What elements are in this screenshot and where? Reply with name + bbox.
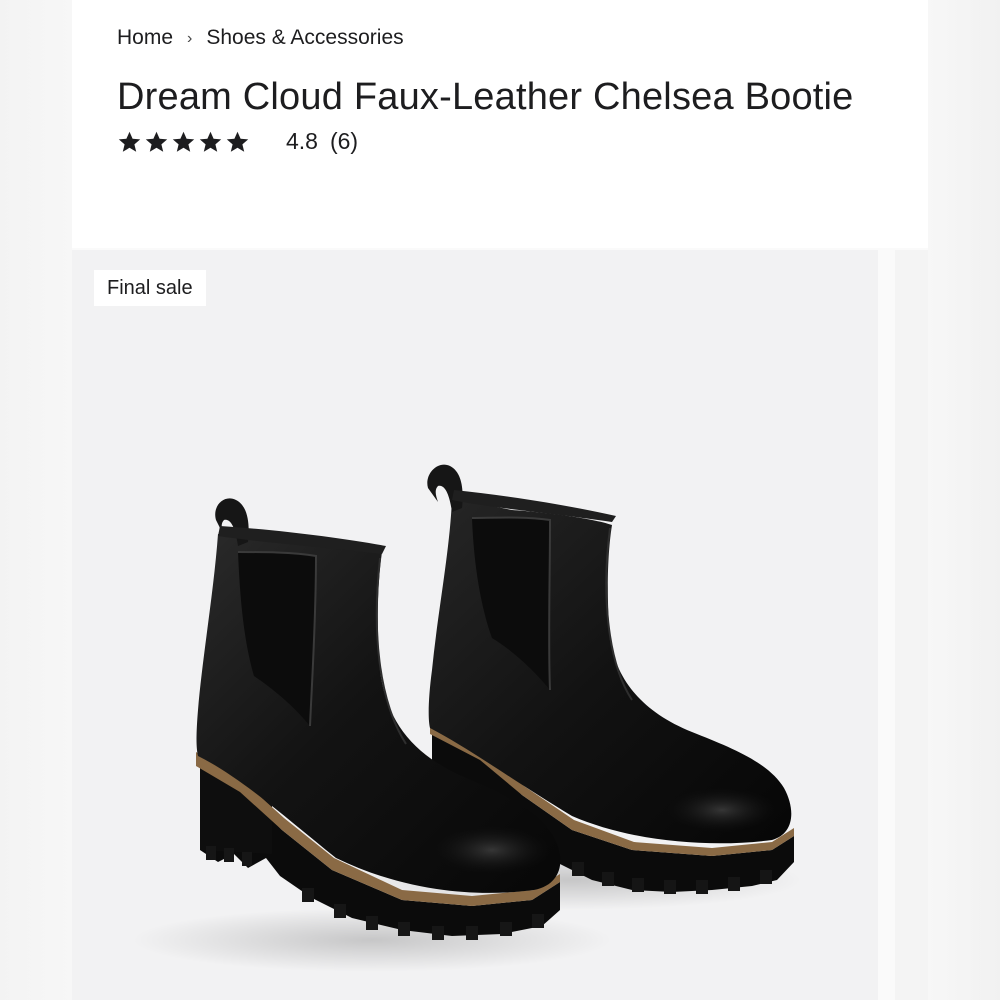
- final-sale-badge: Final sale: [94, 270, 206, 306]
- rating-summary[interactable]: 4.8 (6): [117, 128, 358, 155]
- rating-value: 4.8: [286, 128, 318, 154]
- product-header: Home › Shoes & Accessories Dream Cloud F…: [72, 0, 928, 248]
- star-icon: [226, 131, 249, 152]
- star-rating: [117, 130, 250, 154]
- review-count: (6): [329, 128, 359, 154]
- breadcrumb-shoes-accessories-link[interactable]: Shoes & Accessories: [206, 26, 403, 50]
- star-icon: [118, 131, 141, 152]
- star-icon: [199, 131, 222, 152]
- product-image: [132, 464, 802, 972]
- right-edge-blur: [928, 0, 1000, 1000]
- product-title: Dream Cloud Faux-Leather Chelsea Bootie: [117, 76, 854, 118]
- next-image-peek[interactable]: [895, 250, 928, 1000]
- breadcrumb-home-link[interactable]: Home: [117, 26, 173, 50]
- star-icon: [172, 131, 195, 152]
- breadcrumb-separator-icon: ›: [187, 30, 193, 47]
- left-edge-blur: [0, 0, 72, 1000]
- breadcrumb: Home › Shoes & Accessories: [117, 26, 404, 50]
- product-image-gallery[interactable]: Final sale: [72, 250, 878, 1000]
- product-page: Home › Shoes & Accessories Dream Cloud F…: [0, 0, 1000, 1000]
- star-icon: [145, 131, 168, 152]
